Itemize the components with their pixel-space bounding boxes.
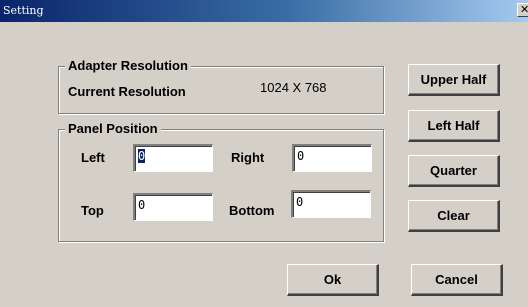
top-field[interactable]: 0 [133, 193, 213, 221]
bottom-label: Bottom [229, 203, 275, 218]
panel-position-title: Panel Position [65, 121, 161, 136]
close-button[interactable]: ✕ [517, 3, 528, 17]
upper-half-button[interactable]: Upper Half [408, 64, 500, 96]
adapter-resolution-title: Adapter Resolution [65, 58, 191, 73]
right-label: Right [231, 150, 265, 165]
window-title: Setting [3, 4, 44, 17]
clear-label: Clear [437, 208, 470, 223]
ok-label: Ok [323, 272, 342, 287]
current-resolution-label: Current Resolution [68, 84, 186, 99]
close-icon: ✕ [520, 4, 528, 16]
right-field-value: 0 [297, 149, 305, 163]
title-bar[interactable]: Setting ✕ [0, 0, 528, 22]
left-label: Left [81, 150, 105, 165]
ok-button[interactable]: Ok [287, 264, 379, 296]
bottom-field[interactable]: 0 [291, 190, 371, 218]
quarter-label: Quarter [430, 163, 477, 178]
left-half-button[interactable]: Left Half [408, 110, 500, 142]
left-field[interactable]: 0 [133, 144, 213, 172]
bottom-field-value: 0 [296, 195, 304, 209]
left-field-value: 0 [138, 149, 146, 163]
upper-half-label: Upper Half [420, 72, 487, 87]
cancel-label: Cancel [435, 272, 478, 287]
quarter-button[interactable]: Quarter [408, 155, 500, 187]
left-half-label: Left Half [427, 118, 480, 133]
cancel-button[interactable]: Cancel [411, 264, 503, 296]
top-field-value: 0 [138, 198, 146, 212]
top-label: Top [81, 203, 104, 218]
right-field[interactable]: 0 [292, 144, 372, 172]
current-resolution-value: 1024 X 768 [260, 80, 327, 95]
clear-button[interactable]: Clear [408, 200, 500, 232]
